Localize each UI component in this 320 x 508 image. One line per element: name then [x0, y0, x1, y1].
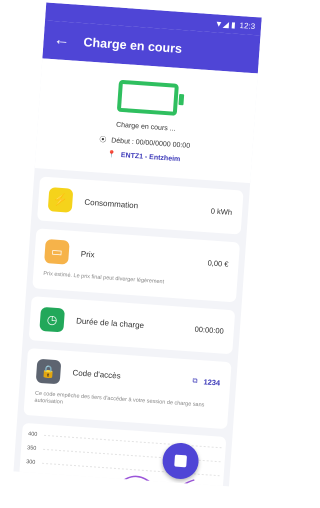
status-time: 12:3	[239, 20, 256, 31]
copy-icon[interactable]: ⧉	[192, 377, 197, 385]
lock-icon: 🔒	[35, 358, 62, 385]
lightning-icon: ⚡	[47, 187, 74, 213]
banknote-icon: ▭	[44, 239, 70, 265]
stop-icon	[174, 454, 188, 468]
consumption-value: 0 kWh	[210, 205, 233, 217]
duration-card: ◷ Durée de la charge 00:00:00	[28, 295, 236, 354]
battery-icon	[116, 79, 179, 116]
price-card: ▭ Prix 0,00 € Prix estimé. Le prix final…	[32, 228, 240, 303]
price-value: 0,00 €	[207, 257, 229, 269]
arrow-left-icon[interactable]: ←	[53, 31, 78, 51]
signal-icons: ▼◢ ▮	[214, 18, 236, 30]
access-code-value: 1234	[203, 377, 221, 388]
duration-value: 00:00:00	[194, 324, 225, 336]
access-code-note: Ce code empêche des tiers d'accéder à vo…	[34, 390, 205, 409]
start-time: Début : 00/00/0000 00:00	[110, 137, 191, 150]
price-note: Prix estimé. Le prix final peut diverger…	[43, 270, 165, 286]
price-label: Prix	[80, 249, 95, 259]
radio-icon: ⦿	[99, 136, 107, 144]
page-title: Charge en cours	[83, 35, 183, 57]
consumption-label: Consommation	[84, 197, 139, 210]
charging-hero: Charge en cours ... ⦿ Début : 00/00/0000…	[34, 58, 258, 184]
duration-label: Durée de la charge	[75, 316, 145, 331]
station-name: ENTZ1 - Entzheim	[120, 152, 181, 164]
location-pin-icon: 📍	[106, 151, 117, 159]
access-code-card: 🔒 Code d'accès ⧉ 1234 Ce code empêche de…	[23, 347, 232, 430]
access-code-label: Code d'accès	[72, 368, 121, 381]
consumption-card: ⚡ Consommation 0 kWh	[37, 176, 244, 235]
clock-icon: ◷	[39, 306, 65, 333]
phone-screen: ▼◢ ▮ 12:3 ← Charge en cours Charge en co…	[13, 2, 262, 487]
